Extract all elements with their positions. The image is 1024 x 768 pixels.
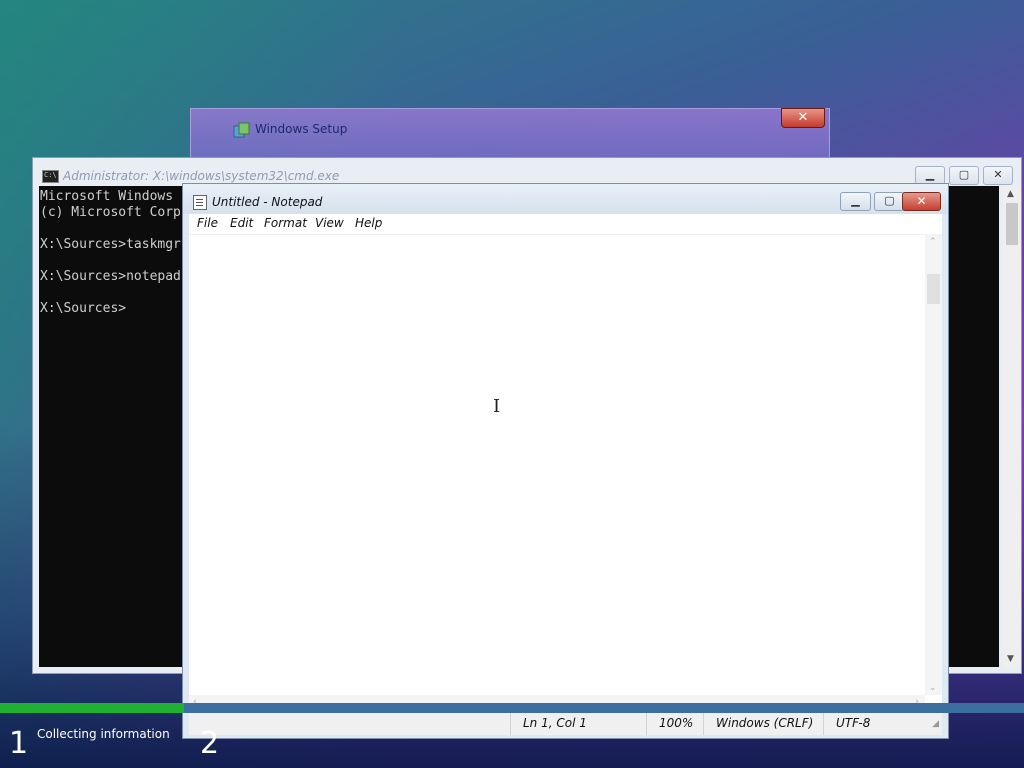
text-cursor-icon: I — [493, 396, 501, 417]
menu-help[interactable]: Help — [355, 216, 382, 230]
cmd-close-button[interactable]: ✕ — [983, 166, 1013, 185]
notepad-close-button[interactable]: ✕ — [902, 192, 941, 211]
notepad-window-title: Untitled - Notepad — [212, 195, 323, 209]
console-line: X:\Sources>notepad — [40, 269, 181, 284]
console-line: X:\Sources>taskmgr — [40, 237, 181, 252]
notepad-statusbar: Ln 1, Col 1 100% Windows (CRLF) UTF-8 ◢ — [189, 712, 942, 735]
notepad-maximize-button[interactable]: ▢ — [874, 192, 905, 211]
setup-close-button[interactable]: ✕ — [781, 108, 825, 128]
setup-progress-bar — [0, 703, 1024, 713]
status-line-ending: Windows (CRLF) — [703, 713, 823, 735]
cmd-scrollbar[interactable]: ▲ ▼ — [1003, 186, 1021, 667]
console-line: Microsoft Windows — [40, 189, 174, 204]
notepad-menubar: File Edit Format View Help — [189, 214, 942, 234]
scroll-up-icon[interactable]: ▲ — [1007, 189, 1014, 199]
notepad-text-area[interactable] — [189, 234, 942, 713]
resize-grip-icon[interactable]: ◢ — [932, 719, 939, 729]
notepad-window: Untitled - Notepad ▁ ▢ ✕ File Edit Forma… — [182, 183, 949, 739]
menu-file[interactable]: File — [197, 216, 218, 230]
step-number: 2 — [200, 726, 220, 761]
scroll-down-icon[interactable]: ▼ — [1007, 654, 1014, 664]
notepad-titlebar[interactable]: Untitled - Notepad ▁ ▢ ✕ — [183, 184, 948, 214]
windows-setup-window: Windows Setup ✕ — [190, 108, 830, 157]
cmd-maximize-button[interactable]: ▢ — [949, 166, 979, 185]
notepad-minimize-button[interactable]: ▁ — [840, 192, 871, 211]
console-line: (c) Microsoft Corp — [40, 205, 181, 220]
menu-format[interactable]: Format — [264, 216, 307, 230]
menu-edit[interactable]: Edit — [230, 216, 253, 230]
setup-icon — [233, 122, 250, 138]
cmd-icon: C:\ — [42, 170, 59, 183]
console-prompt: X:\Sources> — [40, 301, 127, 316]
cmd-window-title: Administrator: X:\windows\system32\cmd.e… — [63, 169, 340, 183]
menu-view[interactable]: View — [315, 216, 344, 230]
step-number: 1 — [9, 726, 29, 761]
cmd-titlebar[interactable]: C:\ Administrator: X:\windows\system32\c… — [33, 158, 1021, 186]
step-label: Collecting information — [37, 727, 170, 741]
notepad-icon — [193, 195, 207, 210]
status-zoom: 100% — [646, 713, 703, 735]
setup-window-title: Windows Setup — [255, 122, 348, 136]
status-position: Ln 1, Col 1 — [510, 713, 646, 735]
status-encoding: UTF-8 — [823, 713, 923, 735]
scroll-thumb[interactable] — [1006, 203, 1018, 245]
setup-progress-fill — [0, 703, 185, 713]
